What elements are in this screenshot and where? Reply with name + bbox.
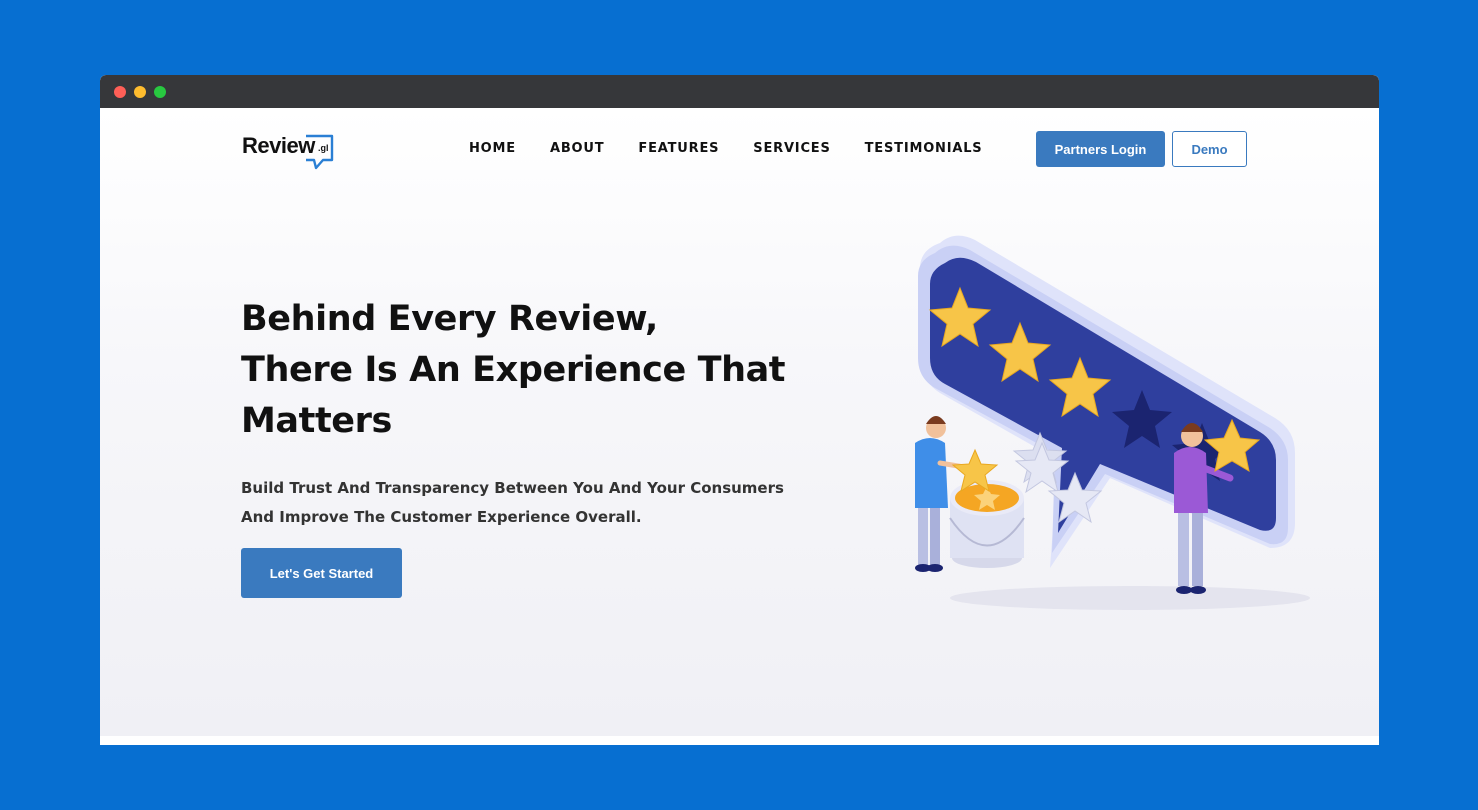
nav-about[interactable]: ABOUT	[550, 141, 604, 156]
window-titlebar	[100, 75, 1379, 108]
paint-bucket	[949, 480, 1025, 568]
get-started-button[interactable]: Let's Get Started	[241, 548, 402, 598]
nav-features[interactable]: FEATURES	[638, 141, 719, 156]
demo-button[interactable]: Demo	[1172, 131, 1247, 167]
nav-home[interactable]: HOME	[469, 141, 516, 156]
page-bottom-strip	[100, 736, 1379, 745]
hero-title-line-3: Matters	[241, 401, 392, 441]
browser-window: Review .gl HOME ABOUT FEATURES SERVICES …	[100, 75, 1379, 745]
close-window-button[interactable]	[114, 86, 126, 98]
hero-subtitle-line-1: Build Trust And Transparency Between You…	[241, 479, 784, 497]
hero-title-line-2: There Is An Experience That	[241, 350, 786, 390]
logo-text: Review	[242, 133, 315, 158]
nav-services[interactable]: SERVICES	[753, 141, 830, 156]
hero-subtitle-line-2: And Improve The Customer Experience Over…	[241, 508, 642, 526]
logo-suffix: .gl	[318, 143, 329, 153]
nav-testimonials[interactable]: TESTIMONIALS	[865, 141, 983, 156]
hero-title-line-1: Behind Every Review,	[241, 299, 658, 339]
maximize-window-button[interactable]	[154, 86, 166, 98]
hero-title: Behind Every Review, There Is An Experie…	[241, 294, 786, 447]
partners-login-button[interactable]: Partners Login	[1036, 131, 1165, 167]
review-logo[interactable]: Review .gl	[242, 130, 342, 172]
hero-subtitle: Build Trust And Transparency Between You…	[241, 474, 784, 532]
main-nav: HOME ABOUT FEATURES SERVICES TESTIMONIAL…	[469, 141, 1016, 156]
review-stars-illustration	[915, 235, 1310, 610]
landing-page: Review .gl HOME ABOUT FEATURES SERVICES …	[100, 108, 1379, 736]
minimize-window-button[interactable]	[134, 86, 146, 98]
